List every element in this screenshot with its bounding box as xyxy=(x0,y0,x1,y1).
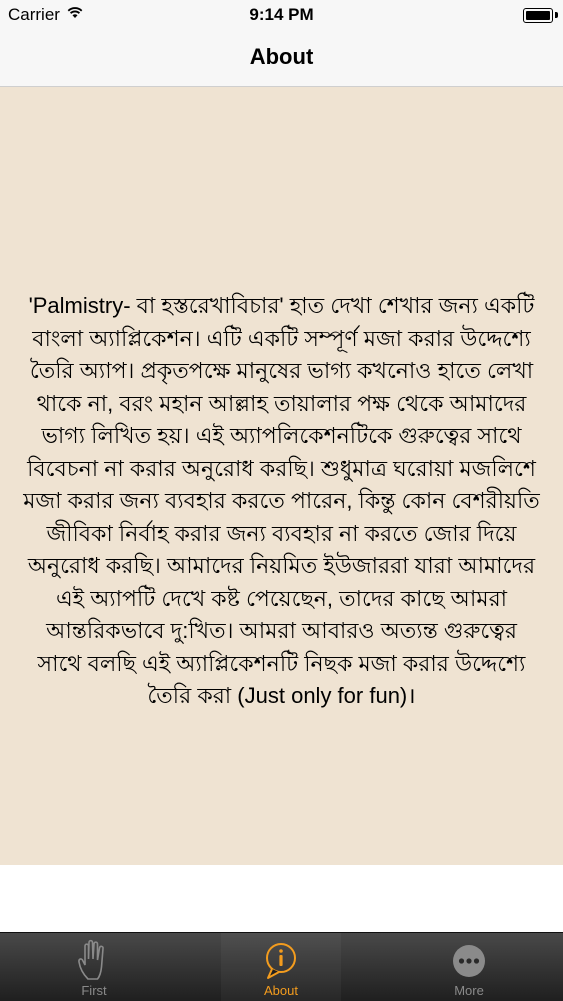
tab-first-label: First xyxy=(81,983,107,998)
about-content: 'Palmistry- বা হস্তরেখাবিচার' হাত দেখা শ… xyxy=(0,87,563,865)
tab-more[interactable]: More xyxy=(409,933,529,1001)
hand-icon xyxy=(78,939,104,980)
tab-bar: First About More xyxy=(0,932,563,1001)
navigation-bar: About xyxy=(0,30,563,87)
about-text: 'Palmistry- বা হস্তরেখাবিচার' হাত দেখা শ… xyxy=(23,293,540,708)
page-title: About xyxy=(249,44,314,69)
more-icon xyxy=(453,945,485,977)
status-time: 9:14 PM xyxy=(249,5,314,24)
tab-more-label: More xyxy=(454,983,484,998)
info-icon xyxy=(266,943,296,979)
battery-tip xyxy=(555,12,558,18)
tab-about[interactable]: About xyxy=(221,933,341,1001)
tab-first[interactable]: First xyxy=(34,933,154,1001)
battery-icon xyxy=(523,8,553,23)
tab-about-label: About xyxy=(264,983,298,998)
status-bar: Carrier 9:14 PM xyxy=(0,0,563,30)
